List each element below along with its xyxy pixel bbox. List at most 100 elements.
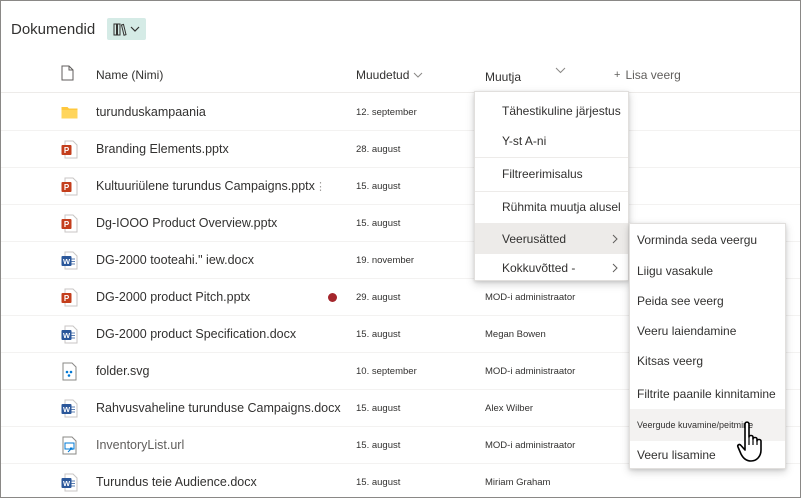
menu-item-totals[interactable]: Kokkuvõtted -: [475, 254, 628, 282]
file-modified: 15. august: [356, 403, 401, 414]
menu-item-label: Rühmita muutja alusel: [502, 200, 621, 214]
folder-icon: [61, 107, 78, 119]
image-file-icon: [62, 362, 77, 381]
file-name[interactable]: DG-2000 tooteahi." iew.docx: [96, 253, 254, 267]
menu-item-label: Veeru lisamine: [637, 448, 716, 462]
powerpoint-file-icon: P: [61, 177, 78, 196]
menu-item-group-by[interactable]: Rühmita muutja alusel: [475, 193, 628, 221]
chevron-right-icon: [612, 234, 618, 244]
svg-text:W: W: [63, 331, 71, 340]
menu-item-label: Kokkuvõtted -: [502, 261, 576, 275]
file-modified: 10. september: [356, 366, 417, 377]
menu-item-label: Tähestikuline järjestus: [502, 104, 621, 118]
column-header-row: Name (Nimi) Muudetud Muutja + Lisa veerg: [1, 59, 800, 93]
svg-text:P: P: [64, 294, 70, 303]
menu-item-sort-ascending[interactable]: Tähestikuline järjestus: [475, 97, 628, 125]
hand-cursor-icon: [736, 421, 762, 462]
word-file-icon: W: [61, 399, 78, 418]
file-modified: 28. august: [356, 144, 401, 155]
menu-item-filter-by[interactable]: Filtreerimisalus: [475, 160, 628, 188]
menu-item-sort-descending[interactable]: Y-st A-ni: [475, 127, 628, 155]
word-file-icon: W: [61, 325, 78, 344]
more-actions-icon[interactable]: ⋮: [315, 180, 326, 193]
menu-item-narrow-column[interactable]: Kitsas veerg: [630, 346, 785, 376]
menu-item-column-settings[interactable]: Veerusätted: [475, 224, 628, 254]
file-modified: 15. august: [356, 218, 401, 229]
menu-item-label: Veerusätted: [502, 232, 567, 246]
file-name[interactable]: Dg-IOOO Product Overview.pptx: [96, 216, 277, 230]
file-modified-by: Alex Wilber: [485, 403, 534, 414]
chevron-right-icon: [612, 263, 618, 273]
word-file-icon: W: [61, 473, 78, 492]
table-row[interactable]: W Turundus teie Audience.docx 15. august…: [1, 464, 800, 497]
file-name[interactable]: InventoryList.url: [96, 438, 184, 452]
library-icon: [113, 23, 127, 36]
table-row[interactable]: P Kultuuriülene turundus Campaigns.pptx …: [1, 168, 800, 205]
file-modified: 12. september: [356, 107, 417, 118]
svg-text:P: P: [64, 183, 70, 192]
menu-item-hide-column[interactable]: Peida see veerg: [630, 286, 785, 316]
svg-text:W: W: [63, 405, 71, 414]
column-header-name[interactable]: Name (Nimi): [96, 68, 163, 82]
menu-item-format-column[interactable]: Vorminda seda veergu: [630, 226, 785, 254]
file-name[interactable]: DG-2000 product Pitch.pptx: [96, 290, 250, 304]
powerpoint-file-icon: P: [61, 288, 78, 307]
file-name[interactable]: folder.svg: [96, 364, 150, 378]
word-file-icon: W: [61, 251, 78, 270]
chevron-down-icon[interactable]: [555, 67, 566, 74]
svg-text:W: W: [63, 257, 71, 266]
file-modified-by: MOD-i administraator: [485, 292, 576, 303]
checked-out-alert-icon[interactable]: [328, 293, 337, 302]
menu-item-label: Peida see veerg: [637, 294, 724, 308]
plus-icon: +: [614, 69, 621, 81]
menu-item-label: Kitsas veerg: [637, 354, 704, 368]
file-modified: 15. august: [356, 329, 401, 340]
file-modified: 15. august: [356, 477, 401, 488]
file-modified-by: Megan Bowen: [485, 329, 546, 340]
table-row[interactable]: P Branding Elements.pptx 28. august: [1, 131, 800, 168]
column-header-modified-label: Muudetud: [356, 68, 410, 82]
add-column-label: Lisa veerg: [625, 68, 681, 82]
svg-text:P: P: [64, 220, 70, 229]
svg-text:P: P: [64, 146, 70, 155]
link-file-icon: [62, 436, 77, 455]
svg-text:W: W: [63, 479, 71, 488]
file-type-header-icon: [61, 65, 74, 81]
chevron-down-icon: [130, 26, 140, 32]
powerpoint-file-icon: P: [61, 214, 78, 233]
add-column-button[interactable]: + Lisa veerg: [614, 68, 681, 82]
file-modified-by: MOD-i administraator: [485, 366, 576, 377]
menu-item-pin-to-filters[interactable]: Filtrite paanile kinnitamine: [630, 379, 785, 409]
library-header: Dokumendid: [11, 17, 147, 41]
table-row[interactable]: turunduskampaania 12. september: [1, 94, 800, 131]
chevron-down-icon: [414, 72, 423, 78]
file-name[interactable]: DG-2000 product Specification.docx: [96, 327, 296, 341]
menu-divider: [475, 157, 628, 158]
file-name[interactable]: Kultuuriülene turundus Campaigns.pptx: [96, 179, 315, 193]
menu-divider: [475, 191, 628, 192]
file-modified-by: MOD-i administraator: [485, 440, 576, 451]
menu-item-label: Filtreerimisalus: [502, 167, 583, 181]
menu-item-label: Liigu vasakule: [637, 264, 714, 278]
file-name[interactable]: Rahvusvaheline turunduse Campaigns.docx: [96, 401, 341, 415]
file-modified: 29. august: [356, 292, 401, 303]
library-title: Dokumendid: [11, 20, 96, 38]
powerpoint-file-icon: P: [61, 140, 78, 159]
column-context-menu: Tähestikuline järjestus Y-st A-ni Filtre…: [474, 91, 629, 281]
column-header-modified-by[interactable]: Muutja: [485, 70, 521, 84]
file-modified: 15. august: [356, 181, 401, 192]
menu-item-label: Y-st A-ni: [502, 134, 547, 148]
menu-item-move-left[interactable]: Liigu vasakule: [630, 256, 785, 286]
file-name[interactable]: turunduskampaania: [96, 105, 206, 119]
file-modified: 15. august: [356, 440, 401, 451]
menu-item-label: Veeru laiendamine: [637, 324, 737, 338]
document-library: Dokumendid Name (Nimi) Muudetud Muutja +…: [0, 0, 801, 498]
column-header-modified[interactable]: Muudetud: [356, 68, 423, 82]
menu-item-label: Filtrite paanile kinnitamine: [637, 387, 776, 401]
file-name[interactable]: Branding Elements.pptx: [96, 142, 229, 156]
file-modified-by: Miriam Graham: [485, 477, 551, 488]
menu-item-widen-column[interactable]: Veeru laiendamine: [630, 316, 785, 346]
view-switcher-button[interactable]: [107, 18, 147, 40]
file-name[interactable]: Turundus teie Audience.docx: [96, 475, 257, 489]
file-modified: 19. november: [356, 255, 415, 266]
